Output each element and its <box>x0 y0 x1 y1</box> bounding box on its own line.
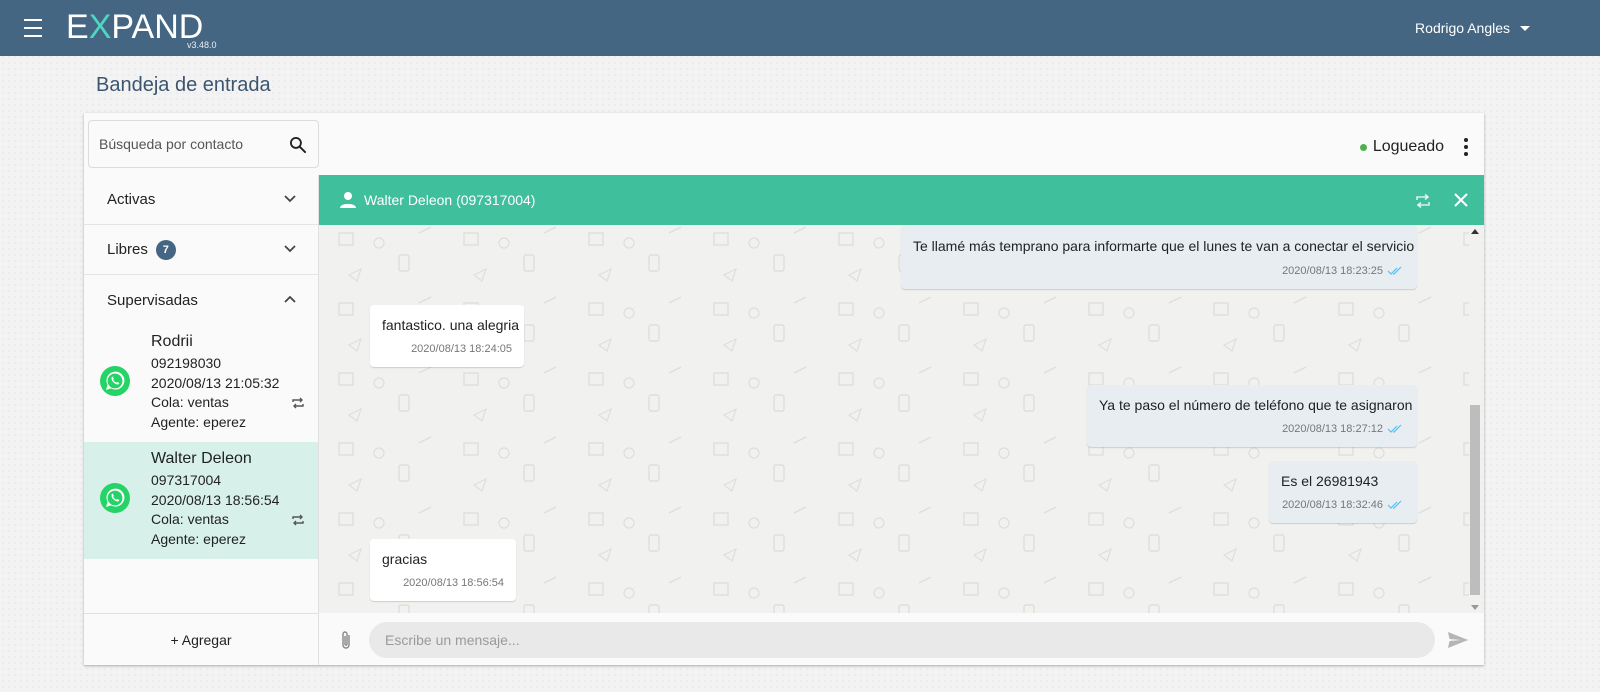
message-time: 2020/08/13 18:32:46 <box>1282 499 1405 511</box>
contact-agent: Agente: eperez <box>151 413 246 430</box>
page-title: Bandeja de entrada <box>96 74 271 96</box>
status-dot-icon <box>1359 143 1367 151</box>
contact-agent: Agente: eperez <box>151 530 246 547</box>
message-time: 2020/08/13 18:56:54 <box>403 577 504 589</box>
contact-datetime: 2020/08/13 18:56:54 <box>151 491 280 508</box>
message-input[interactable] <box>369 622 1435 658</box>
scroll-down-arrow-icon[interactable] <box>1471 605 1479 610</box>
search-box <box>88 120 319 168</box>
message-text: Te llamé más temprano para informarte qu… <box>913 238 1415 254</box>
chat-contact-title: Walter Deleon (097317004) <box>364 192 536 208</box>
paperclip-icon[interactable] <box>339 629 353 651</box>
message-text: Es el 26981943 <box>1281 473 1379 489</box>
transfer-icon[interactable] <box>1414 193 1432 209</box>
scroll-up-arrow-icon[interactable] <box>1471 229 1479 234</box>
contact-phone: 097317004 <box>151 472 222 488</box>
contact-name: Rodrii <box>151 333 193 350</box>
transfer-icon[interactable] <box>290 396 306 410</box>
more-vert-icon[interactable] <box>1464 138 1468 156</box>
message-text: gracias <box>382 551 428 567</box>
group-supervisadas[interactable]: Supervisadas <box>84 275 318 325</box>
chevron-down-icon <box>284 195 296 203</box>
message-text: fantastico. una alegria <box>382 317 519 333</box>
close-icon[interactable] <box>1453 192 1469 208</box>
inbox-card: Logueado Activas Libres 7 Supervisadas R… <box>84 113 1484 665</box>
message-time: 2020/08/13 18:23:25 <box>1282 265 1405 277</box>
menu-icon[interactable] <box>24 19 44 37</box>
group-label: Supervisadas <box>107 291 198 309</box>
contact-phone: 092198030 <box>151 355 222 371</box>
contact-datetime: 2020/08/13 21:05:32 <box>151 374 280 391</box>
message-bubble: Es el 26981943 2020/08/13 18:32:46 <box>1269 461 1417 523</box>
search-input[interactable] <box>99 134 279 154</box>
add-button[interactable]: + Agregar <box>84 613 318 665</box>
chevron-down-icon <box>284 245 296 253</box>
contact-item-rodrii[interactable]: Rodrii 092198030 2020/08/13 21:05:32 Col… <box>84 325 318 442</box>
login-status: Logueado <box>1359 138 1444 156</box>
chat-scrollbar[interactable] <box>1468 225 1480 613</box>
app-version: v3.48.0 <box>187 40 217 50</box>
group-label: Libres <box>107 241 148 258</box>
double-check-icon <box>1387 266 1402 275</box>
contact-item-walter-deleon[interactable]: Walter Deleon 097317004 2020/08/13 18:56… <box>84 442 318 559</box>
user-name: Rodrigo Angles <box>1415 20 1510 36</box>
count-badge: 7 <box>155 239 176 260</box>
caret-down-icon <box>1520 25 1530 31</box>
whatsapp-icon <box>100 483 130 513</box>
double-check-icon <box>1387 500 1402 509</box>
group-activas[interactable]: Activas <box>84 175 318 225</box>
app-logo: EXPAND <box>66 8 204 46</box>
top-app-bar: EXPAND v3.48.0 Rodrigo Angles <box>0 0 1600 56</box>
user-menu[interactable]: Rodrigo Angles <box>1415 20 1530 36</box>
search-icon[interactable] <box>288 135 308 155</box>
message-composer <box>319 613 1484 665</box>
message-bubble: gracias 2020/08/13 18:56:54 <box>370 539 516 601</box>
message-bubble: Te llamé más temprano para informarte qu… <box>901 225 1417 289</box>
message-bubble: Ya te paso el número de teléfono que te … <box>1087 385 1417 447</box>
whatsapp-icon <box>100 366 130 396</box>
person-icon <box>340 192 356 208</box>
group-label: Activas <box>107 191 156 208</box>
message-bubble: fantastico. una alegria 2020/08/13 18:24… <box>370 305 524 367</box>
message-time: 2020/08/13 18:24:05 <box>411 343 512 355</box>
scrollbar-thumb[interactable] <box>1470 405 1480 595</box>
chat-messages: Te llamé más temprano para informarte qu… <box>319 225 1484 613</box>
message-time: 2020/08/13 18:27:12 <box>1282 423 1405 435</box>
double-check-icon <box>1387 424 1402 433</box>
conversation-sidebar: Activas Libres 7 Supervisadas Rodrii 092… <box>84 175 319 665</box>
contact-name: Walter Deleon <box>151 450 252 467</box>
chevron-up-icon <box>284 295 296 303</box>
group-libres[interactable]: Libres 7 <box>84 225 318 275</box>
transfer-icon[interactable] <box>290 513 306 527</box>
message-text: Ya te paso el número de teléfono que te … <box>1099 397 1413 413</box>
status-label: Logueado <box>1372 138 1444 155</box>
send-icon[interactable] <box>1447 631 1469 649</box>
chat-header: Walter Deleon (097317004) <box>319 175 1484 225</box>
